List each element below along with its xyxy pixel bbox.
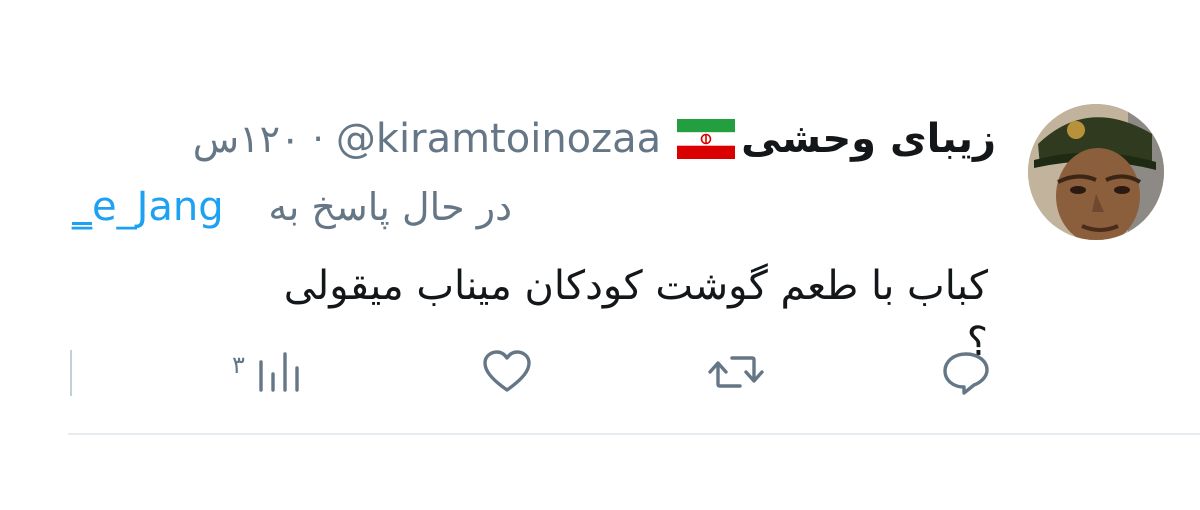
user-handle[interactable]: @kiramtoinozaa: [336, 116, 661, 162]
display-name[interactable]: زیبای وحشی: [741, 116, 996, 162]
retweet-icon: [708, 348, 764, 396]
reply-label: در حال پاسخ به: [268, 185, 512, 229]
reply-button[interactable]: [940, 340, 992, 404]
tweet-text-line-1: کباب با طعم گوشت کودکان میناب میقولی: [283, 263, 988, 309]
retweet-button[interactable]: [708, 340, 764, 404]
iran-flag-icon: [677, 119, 736, 159]
like-button[interactable]: [482, 340, 532, 404]
like-icon: [482, 348, 532, 396]
reply-icon: [940, 348, 992, 396]
reply-to-handle[interactable]: e_Jang: [92, 184, 224, 230]
reply-to-link[interactable]: _e_Jang: [72, 176, 224, 238]
reply-context: در حال پاسخ به: [268, 176, 512, 238]
separator-dot: ·: [312, 118, 324, 160]
avatar[interactable]: [1028, 104, 1164, 240]
tweet-header: زیبای وحشی @kiramtoinozaa · ۱۲۰س: [193, 104, 996, 174]
tweet-divider: [68, 433, 1200, 435]
views-count: ۳: [232, 351, 245, 379]
reply-to-prefix: _: [72, 184, 92, 230]
views-button[interactable]: ۳: [232, 340, 303, 404]
timestamp[interactable]: ۱۲۰س: [193, 117, 301, 161]
views-icon: [255, 348, 303, 396]
action-bar: ۳: [0, 340, 1200, 404]
tweet[interactable]: زیبای وحشی @kiramtoinozaa · ۱۲۰س در حال …: [0, 0, 1200, 510]
